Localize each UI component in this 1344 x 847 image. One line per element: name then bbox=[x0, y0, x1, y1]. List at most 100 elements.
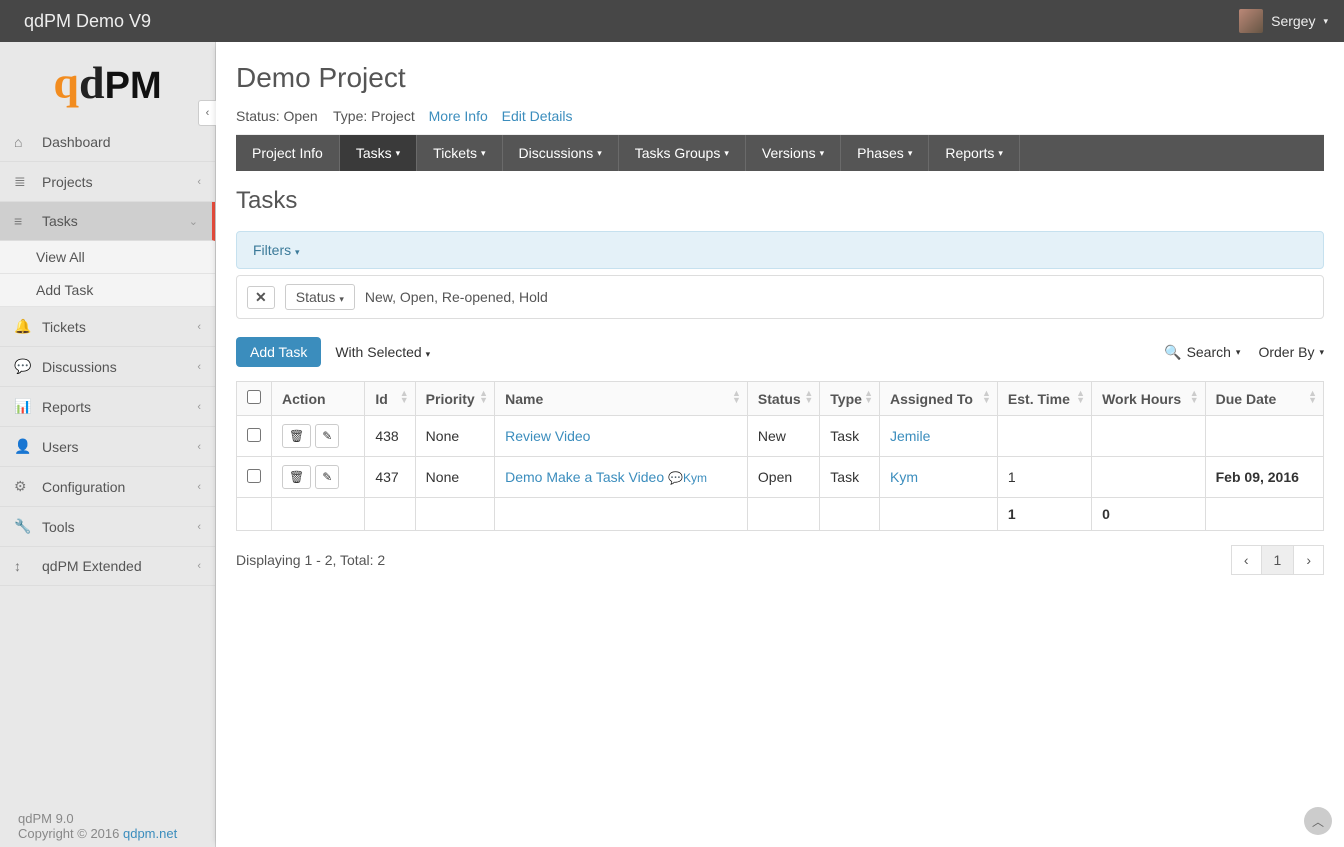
sidebar-item-dashboard[interactable]: ⌂Dashboard bbox=[0, 123, 215, 162]
comment-badge[interactable]: 💬Kym bbox=[668, 471, 707, 485]
assignee-link[interactable]: Kym bbox=[890, 469, 918, 485]
tab-versions[interactable]: Versions▾ bbox=[746, 135, 841, 171]
tab-project-info[interactable]: Project Info bbox=[236, 135, 340, 171]
col-assigned-to[interactable]: Assigned To▲▼ bbox=[879, 382, 997, 416]
scroll-top-button[interactable]: ︿ bbox=[1304, 807, 1332, 835]
sidebar-subitem-add-task[interactable]: Add Task bbox=[0, 274, 215, 307]
tab-tasks-groups[interactable]: Tasks Groups▾ bbox=[619, 135, 746, 171]
sidebar-subitem-view-all[interactable]: View All bbox=[0, 241, 215, 274]
table-row: 🗑✎437NoneDemo Make a Task Video 💬KymOpen… bbox=[237, 457, 1324, 498]
with-selected-menu[interactable]: With Selected ▾ bbox=[335, 344, 430, 360]
sidebar-item-label: Tasks bbox=[34, 213, 189, 229]
edit-icon[interactable]: ✎ bbox=[315, 465, 339, 489]
col-due-date[interactable]: Due Date▲▼ bbox=[1205, 382, 1323, 416]
col-priority[interactable]: Priority▲▼ bbox=[415, 382, 494, 416]
tab-discussions[interactable]: Discussions▾ bbox=[503, 135, 619, 171]
nav-icon: 👤 bbox=[14, 438, 34, 455]
sidebar-item-projects[interactable]: ≣Projects‹ bbox=[0, 162, 215, 202]
table-row: 🗑✎438NoneReview VideoNewTaskJemile bbox=[237, 416, 1324, 457]
chevron-icon: ⌄ bbox=[189, 215, 198, 228]
sidebar-item-tasks[interactable]: ≡Tasks⌄ bbox=[0, 202, 215, 241]
sort-icon: ▲▼ bbox=[1308, 390, 1317, 404]
logo: qdPM ‹ bbox=[0, 42, 215, 123]
col-status[interactable]: Status▲▼ bbox=[747, 382, 819, 416]
sidebar-item-label: Tickets bbox=[34, 319, 197, 335]
tab-phases[interactable]: Phases▾ bbox=[841, 135, 929, 171]
nav-icon: 🔧 bbox=[14, 518, 34, 535]
more-info-link[interactable]: More Info bbox=[429, 108, 488, 124]
task-link[interactable]: Demo Make a Task Video bbox=[505, 469, 664, 485]
sort-icon: ▲▼ bbox=[400, 390, 409, 404]
tab-tasks[interactable]: Tasks▾ bbox=[340, 135, 417, 171]
app-title: qdPM Demo V9 bbox=[24, 11, 151, 32]
edit-details-link[interactable]: Edit Details bbox=[502, 108, 573, 124]
sidebar-item-users[interactable]: 👤Users‹ bbox=[0, 427, 215, 467]
nav-icon: 📊 bbox=[14, 398, 34, 415]
chevron-icon: ‹ bbox=[197, 361, 201, 373]
sidebar-item-label: Discussions bbox=[34, 359, 197, 375]
footer-link[interactable]: qdpm.net bbox=[123, 826, 177, 841]
col-id[interactable]: Id▲▼ bbox=[365, 382, 415, 416]
sidebar-item-configuration[interactable]: ⚙Configuration‹ bbox=[0, 467, 215, 507]
user-name: Sergey bbox=[1271, 13, 1315, 29]
total-est: 1 bbox=[997, 498, 1091, 531]
filters-toggle[interactable]: Filters ▾ bbox=[236, 231, 1324, 269]
sidebar-item-label: Tools bbox=[34, 519, 197, 535]
remove-filter-button[interactable]: ✕ bbox=[247, 286, 275, 309]
col-name[interactable]: Name▲▼ bbox=[495, 382, 748, 416]
row-checkbox[interactable] bbox=[247, 469, 261, 483]
edit-icon[interactable]: ✎ bbox=[315, 424, 339, 448]
nav-icon: ⌂ bbox=[14, 134, 34, 150]
avatar bbox=[1239, 9, 1263, 33]
col-type[interactable]: Type▲▼ bbox=[820, 382, 880, 416]
chevron-icon: ‹ bbox=[197, 481, 201, 493]
sidebar-item-reports[interactable]: 📊Reports‹ bbox=[0, 387, 215, 427]
filter-values: New, Open, Re-opened, Hold bbox=[365, 289, 548, 305]
chevron-icon: ‹ bbox=[197, 401, 201, 413]
pager-prev[interactable]: ‹ bbox=[1231, 545, 1262, 575]
delete-icon[interactable]: 🗑 bbox=[282, 465, 311, 489]
tab-reports[interactable]: Reports▾ bbox=[929, 135, 1020, 171]
sort-icon: ▲▼ bbox=[732, 390, 741, 404]
chevron-icon: ‹ bbox=[197, 560, 201, 572]
task-link[interactable]: Review Video bbox=[505, 428, 590, 444]
sidebar-item-label: Users bbox=[34, 439, 197, 455]
delete-icon[interactable]: 🗑 bbox=[282, 424, 311, 448]
sidebar-item-tickets[interactable]: 🔔Tickets‹ bbox=[0, 307, 215, 347]
caret-icon: ▾ bbox=[396, 148, 401, 159]
search-toggle[interactable]: 🔍 Search ▾ bbox=[1164, 344, 1240, 361]
pager: ‹ 1 › bbox=[1232, 545, 1324, 575]
caret-icon: ▾ bbox=[820, 148, 825, 159]
col-est-time[interactable]: Est. Time▲▼ bbox=[997, 382, 1091, 416]
caret-icon: ▾ bbox=[597, 148, 602, 159]
chevron-icon: ‹ bbox=[197, 321, 201, 333]
caret-icon: ▾ bbox=[724, 148, 729, 159]
caret-icon: ▾ bbox=[481, 148, 486, 159]
col-work-hours[interactable]: Work Hours▲▼ bbox=[1092, 382, 1206, 416]
filter-field-select[interactable]: Status ▾ bbox=[285, 284, 355, 310]
caret-icon: ▾ bbox=[998, 148, 1003, 159]
project-meta: Status: Open Type: Project More Info Edi… bbox=[236, 108, 1324, 135]
sidebar-item-discussions[interactable]: 💬Discussions‹ bbox=[0, 347, 215, 387]
nav-icon: ≣ bbox=[14, 173, 34, 190]
total-hours: 0 bbox=[1092, 498, 1206, 531]
sort-icon: ▲▼ bbox=[1076, 390, 1085, 404]
pager-page[interactable]: 1 bbox=[1261, 545, 1295, 575]
assignee-link[interactable]: Jemile bbox=[890, 428, 930, 444]
sidebar-item-tools[interactable]: 🔧Tools‹ bbox=[0, 507, 215, 547]
add-task-button[interactable]: Add Task bbox=[236, 337, 321, 367]
sidebar-item-label: qdPM Extended bbox=[34, 558, 197, 574]
col-action[interactable]: Action bbox=[272, 382, 365, 416]
tab-tickets[interactable]: Tickets▾ bbox=[417, 135, 502, 171]
paging-summary: Displaying 1 - 2, Total: 2 bbox=[236, 552, 385, 568]
row-checkbox[interactable] bbox=[247, 428, 261, 442]
sort-icon: ▲▼ bbox=[479, 390, 488, 404]
sidebar-item-label: Projects bbox=[34, 174, 197, 190]
select-all-checkbox[interactable] bbox=[247, 390, 261, 404]
nav-icon: 🔔 bbox=[14, 318, 34, 335]
pager-next[interactable]: › bbox=[1293, 545, 1324, 575]
orderby-menu[interactable]: Order By ▾ bbox=[1258, 344, 1324, 361]
footer: qdPM 9.0 Copyright © 2016 qdpm.net bbox=[18, 811, 177, 841]
sidebar-item-qdpm-extended[interactable]: ↕qdPM Extended‹ bbox=[0, 547, 215, 586]
user-menu[interactable]: Sergey ▾ bbox=[1239, 9, 1328, 33]
